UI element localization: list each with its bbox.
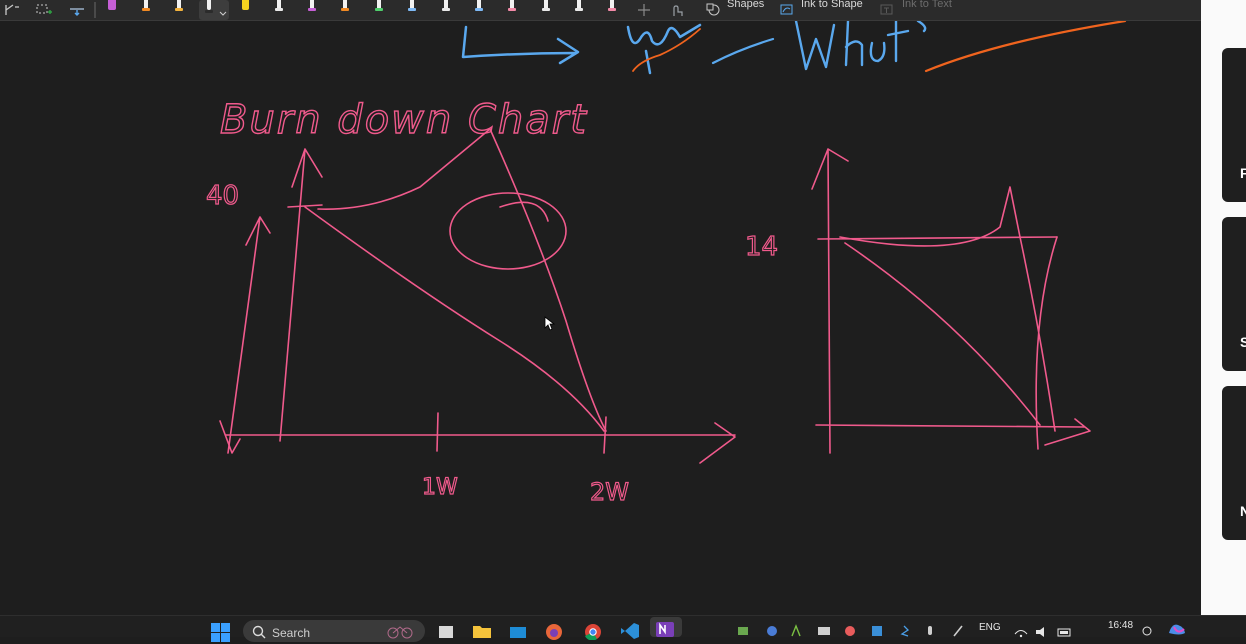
shapes-icon[interactable] (704, 0, 722, 20)
orange-long-stroke (924, 21, 1127, 73)
mouse-cursor-icon (544, 316, 556, 331)
pen-icon[interactable] (441, 0, 451, 14)
lasso-select-icon[interactable] (2, 0, 22, 20)
pen-icon[interactable] (474, 0, 484, 14)
right-y-axis (811, 148, 849, 454)
store-icon[interactable] (508, 623, 528, 639)
side-card-1[interactable]: F (1222, 48, 1246, 202)
plus-icon[interactable] (636, 0, 652, 20)
right-top-line (817, 186, 1058, 247)
chart-title-ink: Burn down Chart (220, 97, 588, 143)
x-label-2w: 2W (590, 478, 629, 506)
pen-icon[interactable] (607, 0, 617, 14)
network-volume-battery-icons[interactable] (1014, 626, 1074, 638)
copilot-icon[interactable] (1166, 621, 1188, 637)
pen-icon[interactable] (541, 0, 551, 14)
firefox-icon[interactable] (544, 622, 564, 640)
ink-to-text-icon (878, 0, 896, 20)
chrome-icon[interactable] (583, 622, 603, 640)
pen-icon[interactable] (507, 0, 517, 14)
shapes-button[interactable]: Shapes (727, 0, 764, 10)
search-placeholder: Search (272, 626, 311, 640)
ink-layer: Burn down Chart 40 1W 2W 14 (205, 21, 1127, 507)
right-x-axis (815, 418, 1091, 446)
blue-what-stroke (794, 21, 927, 71)
taskbar: Search ENG 16:48 (0, 615, 1246, 642)
touch-draw-icon[interactable] (668, 0, 686, 20)
pen-icon[interactable] (307, 0, 317, 14)
search-box[interactable]: Search (243, 620, 425, 642)
right-y-label-14: 14 (745, 232, 778, 262)
right-box-side (1019, 236, 1058, 450)
ink-toolbar: Shapes Ink to Shape Ink to Text (0, 0, 1201, 21)
tick-1w (436, 412, 439, 452)
blue-arrow-stroke (461, 25, 580, 65)
ink-to-text-button: Ink to Text (902, 0, 952, 10)
pen-selected-icon[interactable] (199, 0, 229, 20)
left-y-label-40: 40 (206, 181, 239, 211)
language-indicator[interactable]: ENG (979, 622, 1001, 633)
file-explorer-icon[interactable] (472, 623, 492, 639)
ink-to-shape-button[interactable]: Ink to Shape (801, 0, 863, 10)
task-view-icon[interactable] (437, 624, 455, 640)
notification-icon[interactable] (1140, 625, 1154, 637)
side-card-3-letter: N (1240, 503, 1246, 519)
pen-icon[interactable] (141, 0, 151, 14)
toolbar-divider (94, 2, 96, 18)
side-card-2-letter: S (1240, 334, 1246, 350)
add-space-icon[interactable] (34, 0, 54, 20)
vscode-icon[interactable] (620, 622, 640, 640)
note-canvas[interactable]: Burn down Chart 40 1W 2W 14 (0, 21, 1201, 613)
search-highlight-icon (387, 626, 413, 639)
side-card-1-letter: F (1240, 165, 1246, 181)
blue-dash-stroke (711, 37, 775, 65)
burn-ideal-line (287, 204, 605, 432)
onenote-active-button[interactable] (650, 617, 682, 637)
x-label-1w: 1W (422, 475, 458, 500)
pen-icon[interactable] (374, 0, 384, 14)
side-card-2[interactable]: S (1222, 217, 1246, 371)
left-inner-y-axis (279, 148, 323, 442)
scope-loop (499, 201, 549, 222)
burn-actual-line (317, 128, 607, 432)
side-card-3[interactable]: N (1222, 386, 1246, 540)
tick-2w (603, 416, 607, 454)
left-outer-y-axis (227, 216, 271, 454)
clock-time[interactable]: 16:48 (1108, 620, 1133, 631)
highlighter-icon[interactable] (240, 0, 250, 14)
pen-icon[interactable] (574, 0, 584, 14)
pen-icon[interactable] (274, 0, 284, 14)
pen-icon[interactable] (407, 0, 417, 14)
pen-icon[interactable] (340, 0, 350, 14)
eraser-icon[interactable] (67, 0, 87, 20)
pen-icon[interactable] (107, 0, 117, 14)
left-x-axis (219, 420, 736, 464)
start-icon[interactable] (210, 622, 232, 644)
search-icon (252, 625, 266, 639)
pen-icon[interactable] (174, 0, 184, 14)
right-burn-line (844, 242, 1041, 426)
ink-to-shape-icon[interactable] (778, 0, 796, 20)
